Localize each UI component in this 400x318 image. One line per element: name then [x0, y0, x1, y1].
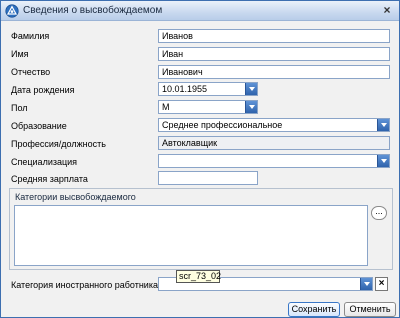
last-name-label: Фамилия [11, 31, 50, 41]
title-bar[interactable]: Сведения о высвобождаемом × [1, 1, 399, 21]
education-label: Образование [11, 121, 67, 131]
salary-label: Средняя зарплата [11, 174, 88, 184]
sex-value: М [162, 102, 170, 112]
profession-label: Профессия/должность [11, 139, 106, 149]
sex-select[interactable]: М [158, 100, 258, 114]
education-value: Среднее профессиональное [162, 120, 283, 130]
close-button[interactable]: × [379, 3, 395, 18]
birth-date-label: Дата рождения [11, 85, 75, 95]
specialization-label: Специализация [11, 157, 78, 167]
specialization-dropdown-icon[interactable] [377, 155, 389, 167]
birth-date-dropdown-icon[interactable] [245, 83, 257, 95]
profession-field[interactable]: Автоклавщик [158, 136, 390, 150]
foreign-worker-label: Категория иностранного работника [11, 280, 158, 290]
sex-label: Пол [11, 103, 28, 113]
last-name-field[interactable]: Иванов [158, 29, 390, 43]
specialization-select[interactable] [158, 154, 390, 168]
save-button[interactable]: Сохранить [288, 302, 340, 317]
sex-dropdown-icon[interactable] [245, 101, 257, 113]
education-dropdown-icon[interactable] [377, 119, 389, 131]
patronymic-field[interactable]: Иванович [158, 65, 390, 79]
first-name-field[interactable]: Иван [158, 47, 390, 61]
categories-title: Категории высвобождаемого [15, 192, 136, 202]
categories-browse-button[interactable]: ... [371, 206, 387, 220]
dialog-window: Сведения о высвобождаемом × Фамилия Иван… [0, 0, 400, 318]
salary-field[interactable] [158, 171, 258, 185]
tooltip: scr_73_02 [176, 270, 221, 283]
birth-date-value: 10.01.1955 [162, 84, 208, 94]
cancel-button[interactable]: Отменить [344, 302, 396, 317]
window-title: Сведения о высвобождаемом [23, 5, 163, 16]
app-logo-icon [5, 4, 19, 18]
categories-list[interactable] [14, 205, 368, 266]
foreign-worker-dropdown-icon[interactable] [360, 278, 372, 290]
birth-date-picker[interactable]: 10.01.1955 [158, 82, 258, 96]
first-name-label: Имя [11, 49, 29, 59]
education-select[interactable]: Среднее профессиональное [158, 118, 390, 132]
categories-group: Категории высвобождаемого ... [9, 188, 393, 270]
foreign-worker-clear-button[interactable]: × [375, 277, 388, 291]
patronymic-label: Отчество [11, 67, 51, 77]
